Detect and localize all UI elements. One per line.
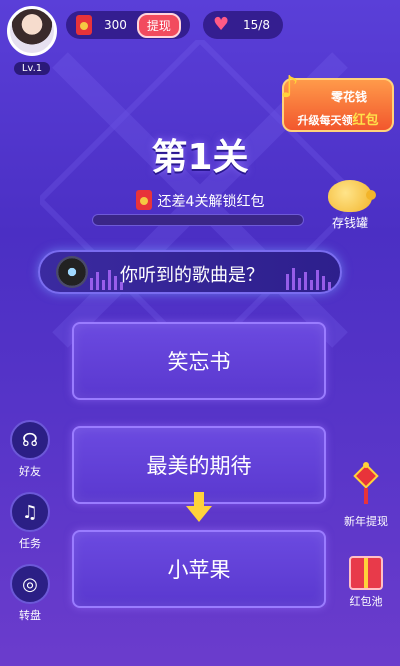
red-packet-pool-label: 红包池 <box>349 595 383 608</box>
money-counter: 300 提现 <box>66 11 190 39</box>
banner-subtitle: 升级每天领红包 <box>284 109 392 128</box>
banner-subtitle-text: 升级每天领 <box>297 114 353 127</box>
answer-option-1[interactable]: 笑忘书 <box>72 322 326 400</box>
game-screen: Lv.1 300 提现 ♥ 15/8 ♪ 零花钱 升级每天领红包 第1关 还差4… <box>0 0 400 666</box>
wheel-button[interactable]: ◎ 转盘 <box>4 564 56 623</box>
music-note-icon: ♪ <box>280 70 300 105</box>
gift-box-icon <box>349 556 383 590</box>
unlock-progress-bar <box>92 214 304 226</box>
piggy-bank-button[interactable]: 存钱罐 <box>320 180 380 231</box>
red-packet-pool-button[interactable]: 红包池 <box>340 556 392 609</box>
question-text: 你听到的歌曲是？ <box>120 265 264 286</box>
banner-subtitle-highlight: 红包 <box>352 113 379 128</box>
player-level: Lv.1 <box>13 62 51 75</box>
hearts-counter: ♥ 15/8 <box>203 11 283 39</box>
upgrade-red-packet-banner[interactable]: ♪ 零花钱 升级每天领红包 <box>280 70 394 132</box>
friends-button[interactable]: ☊ 好友 <box>4 420 56 479</box>
red-packet-icon <box>135 190 152 210</box>
down-arrow-icon <box>186 492 212 522</box>
question-bar: 你听到的歌曲是？ <box>38 250 342 294</box>
task-music-icon: ♫ <box>10 492 50 532</box>
withdraw-button[interactable]: 提现 <box>136 12 181 38</box>
piggy-bank-icon <box>328 180 376 212</box>
new-year-withdraw-button[interactable]: 新年提现 <box>340 462 392 529</box>
money-value: 300 <box>104 18 127 32</box>
avatar[interactable] <box>7 6 57 56</box>
piggy-bank-label: 存钱罐 <box>331 216 368 230</box>
level-title: 第1关 <box>151 137 249 178</box>
tasks-label: 任务 <box>19 537 41 550</box>
new-year-withdraw-label: 新年提现 <box>344 515 388 528</box>
red-packet-icon <box>76 15 92 35</box>
unlock-text: 还差4关解锁红包 <box>157 194 265 210</box>
player-profile[interactable]: Lv.1 <box>6 6 58 75</box>
banner-title: 零花钱 <box>330 90 367 104</box>
wheel-label: 转盘 <box>19 609 41 622</box>
tasks-button[interactable]: ♫ 任务 <box>4 492 56 551</box>
answer-option-3[interactable]: 小苹果 <box>72 530 326 608</box>
heart-icon: ♥ <box>213 14 230 35</box>
headset-icon: ☊ <box>10 420 50 460</box>
vinyl-disc-icon <box>56 256 88 288</box>
wheel-icon: ◎ <box>10 564 50 604</box>
chinese-knot-icon <box>353 462 379 504</box>
hearts-value: 15/8 <box>243 18 270 32</box>
friends-label: 好友 <box>19 465 41 478</box>
